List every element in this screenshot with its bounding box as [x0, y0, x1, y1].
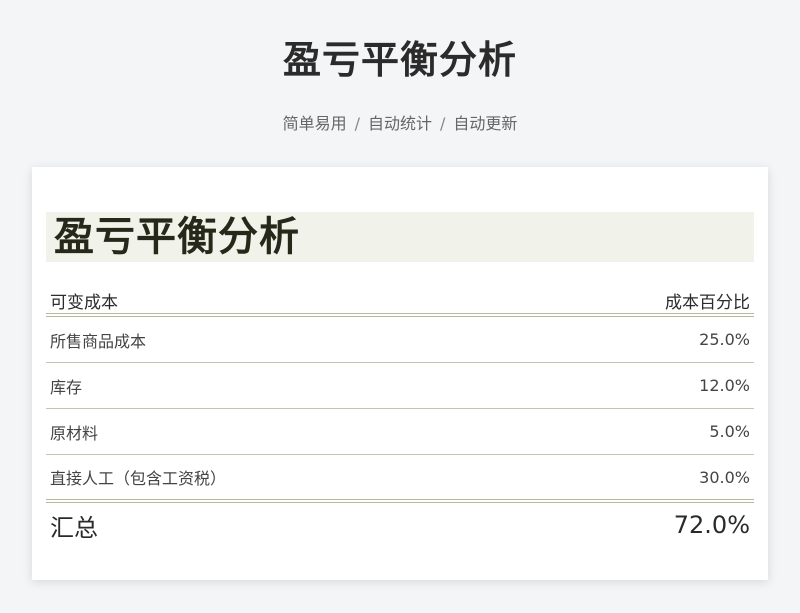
sheet-title: 盈亏平衡分析 — [54, 214, 300, 260]
subtitle-item-1: 简单易用 — [282, 114, 347, 133]
row-value: 30.0% — [699, 467, 750, 487]
table-row[interactable]: 库存 12.0% — [46, 363, 754, 409]
total-label: 汇总 — [50, 513, 98, 542]
subtitle-item-2: 自动统计 — [367, 114, 432, 133]
subtitle-separator: / — [354, 114, 360, 133]
row-label: 直接人工（包含工资税） — [50, 469, 227, 488]
subtitle: 简单易用 / 自动统计 / 自动更新 — [0, 112, 800, 136]
subtitle-separator: / — [440, 114, 446, 133]
cost-table: 可变成本 成本百分比 所售商品成本 25.0% 库存 12.0% 原材料 5.0… — [46, 287, 754, 547]
total-value: 72.0% — [673, 511, 750, 539]
row-value: 5.0% — [709, 422, 750, 441]
subtitle-item-3: 自动更新 — [453, 114, 518, 133]
table-header-row: 可变成本 成本百分比 — [46, 287, 754, 317]
table-row[interactable]: 直接人工（包含工资税） 30.0% — [46, 455, 754, 503]
header-label: 可变成本 — [50, 292, 118, 313]
header-value: 成本百分比 — [665, 292, 750, 313]
table-row[interactable]: 所售商品成本 25.0% — [46, 317, 754, 363]
row-value: 25.0% — [699, 330, 750, 349]
row-value: 12.0% — [699, 376, 750, 395]
spreadsheet-card: 盈亏平衡分析 可变成本 成本百分比 所售商品成本 25.0% 库存 12.0% … — [32, 167, 768, 580]
row-label: 库存 — [50, 377, 83, 397]
page-title: 盈亏平衡分析 — [282, 38, 517, 82]
total-row[interactable]: 汇总 72.0% — [46, 503, 754, 547]
table-row[interactable]: 原材料 5.0% — [46, 409, 754, 455]
row-label: 原材料 — [50, 423, 99, 443]
row-label: 所售商品成本 — [50, 331, 147, 351]
sheet-title-band: 盈亏平衡分析 — [46, 212, 754, 262]
